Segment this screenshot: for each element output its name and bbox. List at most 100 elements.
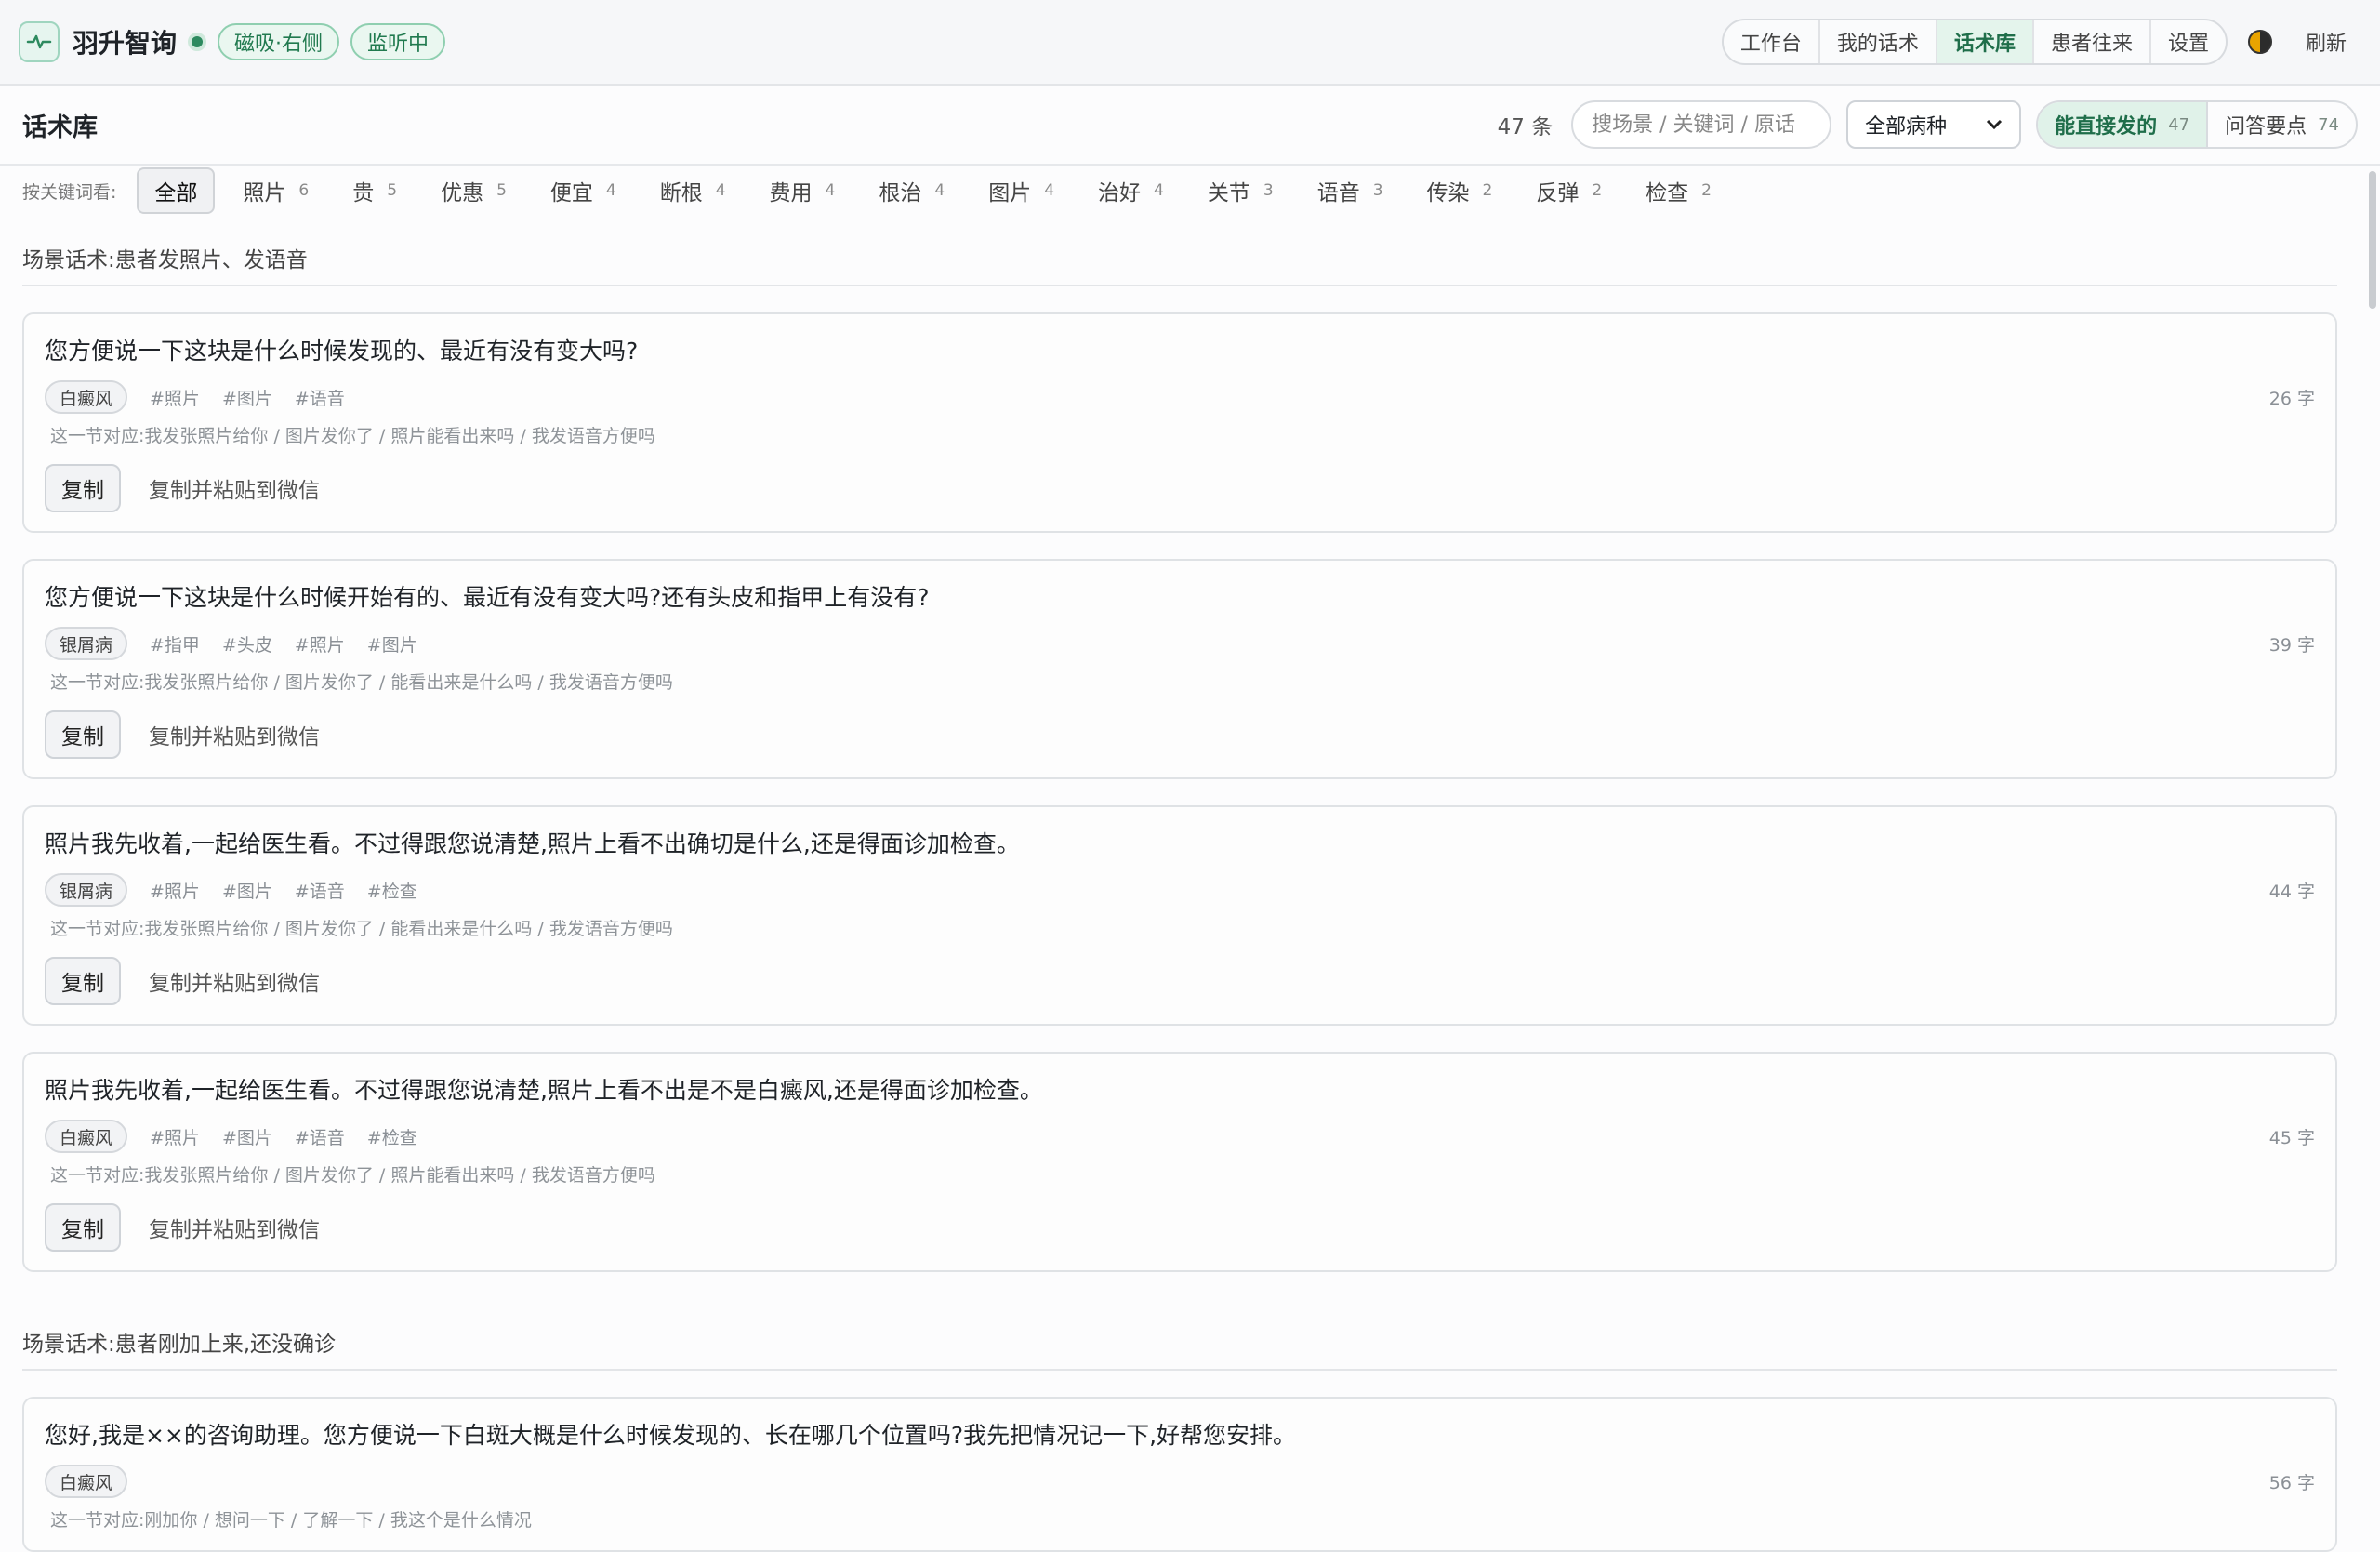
- copy-paste-wechat-button[interactable]: 复制并粘贴到微信: [149, 1212, 320, 1243]
- char-count: 44 字: [2268, 881, 2315, 902]
- card-actions: 复制 复制并粘贴到微信: [45, 957, 2315, 1005]
- script-card: 照片我先收着,一起给医生看。不过得跟您说清楚,照片上看不出是不是白癜风,还是得面…: [22, 1052, 2337, 1272]
- main-nav: 工作台 我的话术 话术库 患者往来 设置: [1721, 19, 2228, 65]
- script-card: 您好,我是××的咨询助理。您方便说一下白斑大概是什么时候发现的、长在哪几个位置吗…: [22, 1397, 2337, 1552]
- nav-tab-settings[interactable]: 设置: [2151, 20, 2226, 63]
- scenario-hint: 这一节对应:我发张照片给你 / 图片发你了 / 能看出来是什么吗 / 我发语音方…: [50, 672, 673, 693]
- keyword-chip-count: 4: [1154, 181, 1164, 200]
- script-card: 照片我先收着,一起给医生看。不过得跟您说清楚,照片上看不出确切是什么,还是得面诊…: [22, 805, 2337, 1026]
- keyword-chip[interactable]: 语音 3: [1302, 167, 1399, 214]
- script-tag: #头皮: [221, 634, 272, 656]
- result-count: 47 条: [1497, 115, 1554, 139]
- keyword-chip-count: 4: [1044, 181, 1055, 200]
- keyword-chip-count: 4: [934, 181, 945, 200]
- script-tag: #照片: [150, 388, 200, 409]
- dock-badge[interactable]: 磁吸·右侧: [218, 23, 340, 60]
- char-count: 56 字: [2268, 1472, 2315, 1493]
- keyword-chip-count: 4: [715, 181, 726, 200]
- keyword-chip-count: 2: [1482, 181, 1493, 200]
- keyword-chip[interactable]: 检查 2: [1630, 167, 1727, 214]
- card-actions: 复制 复制并粘贴到微信: [45, 1203, 2315, 1252]
- script-meta: 白癜风 56 字: [45, 1464, 2315, 1499]
- keyword-chip[interactable]: 传染 2: [1411, 167, 1509, 214]
- script-meta: 白癜风 #照片 #图片 #语音 #检查 45 字: [45, 1119, 2315, 1154]
- nav-tab-patient-history[interactable]: 患者往来: [2034, 20, 2151, 63]
- search-input[interactable]: [1571, 100, 1832, 149]
- keyword-chip-label: 关节: [1207, 181, 1250, 206]
- app-logo-icon: [19, 21, 60, 62]
- listening-badge[interactable]: 监听中: [350, 23, 446, 60]
- disease-badge: 白癜风: [45, 1120, 128, 1153]
- keyword-chip-count: 2: [1592, 181, 1603, 200]
- mode-tab-label: 问答要点: [2225, 115, 2307, 139]
- script-text: 您方便说一下这块是什么时候开始有的、最近有没有变大吗?还有头皮和指甲上有没有?: [45, 584, 930, 611]
- keyword-chip-label: 图片: [988, 181, 1032, 206]
- keyword-chip[interactable]: 全部: [137, 167, 216, 214]
- keyword-chip[interactable]: 便宜 4: [535, 167, 632, 214]
- keyword-filter-bar: 按关键词看: 全部 照片 6 贵 5 优惠 5 便宜 4 断根 4 费用 4 根治 4 图片 4 治好 4 关节 3 语音…: [22, 166, 1739, 216]
- script-tag: #指甲: [150, 634, 200, 656]
- keyword-chip-label: 语音: [1316, 181, 1360, 206]
- copy-button[interactable]: 复制: [45, 1203, 121, 1252]
- keyword-chip[interactable]: 关节 3: [1192, 167, 1289, 214]
- page-title: 话术库: [22, 113, 98, 142]
- scenario-hint: 这一节对应:刚加你 / 想问一下 / 了解一下 / 我这个是什么情况: [50, 1510, 532, 1531]
- disease-badge: 银屑病: [45, 627, 128, 660]
- keyword-chip[interactable]: 优惠 5: [425, 167, 522, 214]
- keyword-chip-count: 5: [387, 181, 398, 200]
- disease-badge: 白癜风: [45, 1465, 128, 1498]
- script-text: 照片我先收着,一起给医生看。不过得跟您说清楚,照片上看不出是不是白癜风,还是得面…: [45, 1077, 1043, 1104]
- mode-tab-direct-send[interactable]: 能直接发的 47: [2038, 102, 2207, 147]
- mode-tab-count: 74: [2318, 114, 2339, 135]
- copy-button[interactable]: 复制: [45, 464, 121, 512]
- copy-paste-wechat-button[interactable]: 复制并粘贴到微信: [149, 472, 320, 504]
- section-title: 场景话术:患者发照片、发语音: [22, 242, 2337, 286]
- mode-tab-label: 能直接发的: [2055, 115, 2158, 139]
- keyword-chip[interactable]: 贵5: [337, 167, 413, 214]
- keyword-chip[interactable]: 反弹 2: [1520, 167, 1618, 214]
- copy-button[interactable]: 复制: [45, 957, 121, 1005]
- disease-badge: 银屑病: [45, 873, 128, 907]
- script-tag: #图片: [221, 881, 272, 902]
- keyword-chip-count: 4: [605, 181, 616, 200]
- keyword-chip[interactable]: 治好 4: [1082, 167, 1180, 214]
- keyword-chip-count: 2: [1701, 181, 1712, 200]
- library-header: 话术库 47 条 全部病种 能直接发的 47 问答要点 74: [0, 86, 2380, 166]
- keyword-chip[interactable]: 费用 4: [754, 167, 852, 214]
- script-tag: #语音: [294, 881, 345, 902]
- nav-tab-my-scripts[interactable]: 我的话术: [1820, 20, 1937, 63]
- keyword-chip-count: 3: [1263, 181, 1274, 200]
- keyword-chip[interactable]: 照片 6: [227, 167, 324, 214]
- keyword-chip[interactable]: 断根 4: [644, 167, 742, 214]
- keyword-chip-label: 便宜: [549, 181, 593, 206]
- keyword-chip-count: 5: [496, 181, 507, 200]
- scrollbar-thumb[interactable]: [2369, 171, 2376, 309]
- script-list: 场景话术:患者发照片、发语音 您方便说一下这块是什么时候发现的、最近有没有变大吗?…: [22, 223, 2337, 1552]
- keyword-chip-label: 费用: [769, 181, 813, 206]
- keyword-chip[interactable]: 图片 4: [972, 167, 1070, 214]
- script-tag: #照片: [294, 634, 345, 656]
- script-card: 您方便说一下这块是什么时候发现的、最近有没有变大吗? 白癜风 #照片 #图片 #语音 26…: [22, 312, 2337, 533]
- script-tag: #语音: [294, 388, 345, 409]
- keyword-chip-label: 照片: [243, 181, 286, 206]
- script-meta: 白癜风 #照片 #图片 #语音 26 字: [45, 379, 2315, 415]
- card-actions: 复制 复制并粘贴到微信: [45, 464, 2315, 512]
- refresh-button[interactable]: 刷新: [2306, 27, 2347, 57]
- nav-tab-script-library[interactable]: 话术库: [1937, 20, 2034, 63]
- copy-button[interactable]: 复制: [45, 710, 121, 759]
- disease-select[interactable]: 全部病种: [1846, 100, 2022, 149]
- copy-paste-wechat-button[interactable]: 复制并粘贴到微信: [149, 719, 320, 750]
- mode-tab-qa-points[interactable]: 问答要点 74: [2206, 102, 2356, 147]
- disease-badge: 白癜风: [45, 380, 128, 414]
- keyword-chip-label: 传染: [1426, 181, 1470, 206]
- keyword-chip[interactable]: 根治 4: [863, 167, 960, 214]
- theme-toggle-icon[interactable]: [2247, 30, 2272, 54]
- chevron-down-icon: [1987, 119, 2003, 130]
- app-title: 羽升智询: [73, 28, 178, 59]
- copy-paste-wechat-button[interactable]: 复制并粘贴到微信: [149, 965, 320, 997]
- mode-tab-count: 47: [2168, 114, 2190, 135]
- scenario-hint: 这一节对应:我发张照片给你 / 图片发你了 / 照片能看出来吗 / 我发语音方便…: [50, 426, 655, 446]
- script-tag: #图片: [221, 388, 272, 409]
- script-tag: #图片: [221, 1127, 272, 1148]
- nav-tab-workbench[interactable]: 工作台: [1724, 20, 1820, 63]
